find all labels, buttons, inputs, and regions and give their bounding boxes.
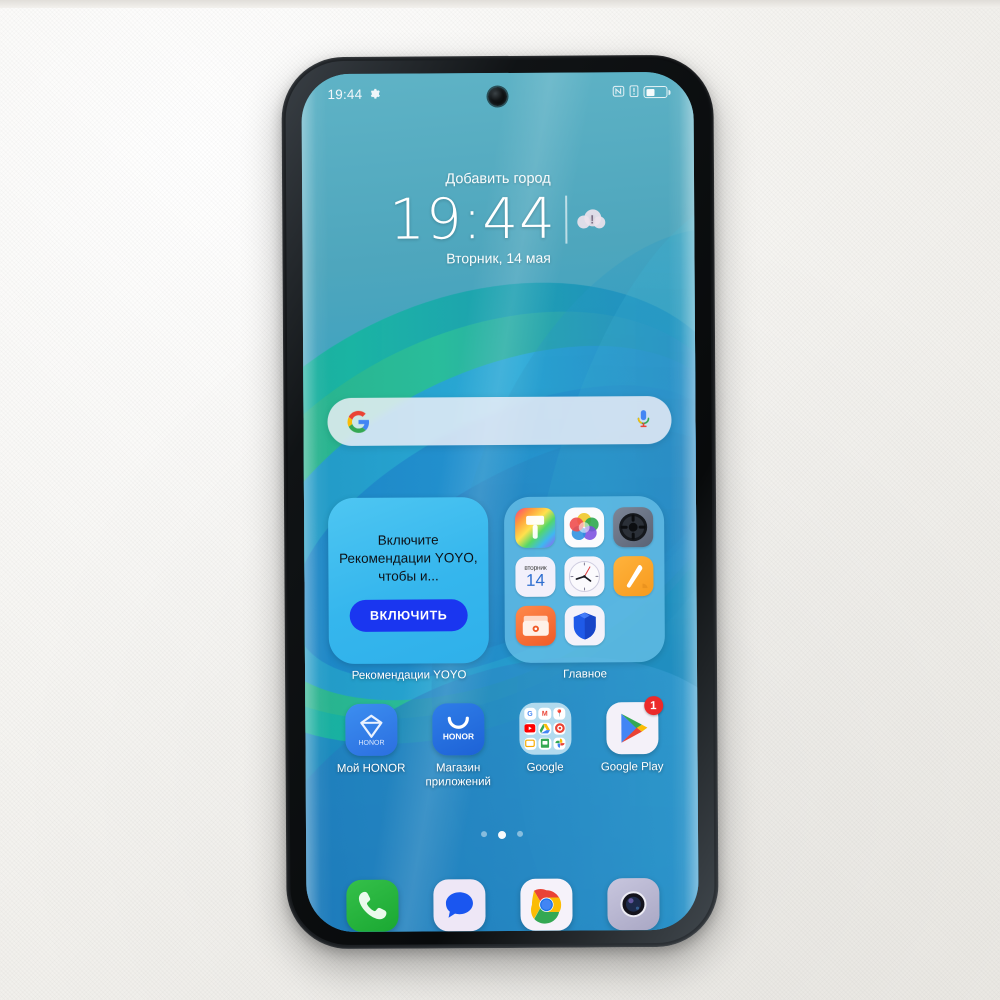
gmail-mini-icon: M [538, 707, 551, 721]
maps-mini-icon: 📍 [553, 707, 566, 721]
folder-glavnoe[interactable]: вторник 14 [503, 495, 665, 663]
app-market[interactable]: HONOR Магазин приложений [418, 703, 499, 790]
page-dot-active[interactable] [498, 830, 507, 840]
settings-icon[interactable] [613, 507, 654, 548]
clock-widget[interactable]: Добавить город 19:44 ! Вторник, 14 мая [302, 170, 695, 268]
camera-icon[interactable] [606, 878, 660, 931]
calendar-icon[interactable]: вторник 14 [515, 556, 556, 597]
app-label: Мой HONOR [336, 762, 406, 776]
wallet-icon[interactable] [515, 605, 556, 646]
notes-icon[interactable] [613, 556, 654, 597]
svg-text:HONOR: HONOR [358, 740, 384, 747]
ads-mini-icon [553, 722, 566, 735]
yoyo-enable-button[interactable]: ВКЛЮЧИТЬ [349, 598, 468, 632]
clock-divider [565, 195, 568, 244]
youtube-mini-icon [523, 722, 537, 736]
microphone-icon[interactable] [635, 409, 651, 431]
google-g-icon[interactable] [347, 410, 370, 433]
clock-date: Вторник, 14 мая [446, 249, 551, 267]
calendar-day: 14 [525, 570, 545, 590]
status-bar-time: 19:44 [327, 86, 363, 102]
alert-icon [629, 84, 639, 100]
themes-icon[interactable] [515, 507, 556, 548]
battery-icon [643, 85, 668, 99]
clock-time-row: 19:44 ! [302, 186, 694, 253]
front-camera-punch-hole [487, 86, 508, 107]
clock-time: 19:44 [389, 186, 556, 253]
app-google-play[interactable]: 1 Google Play [592, 696, 673, 789]
add-city-label[interactable]: Добавить город [302, 170, 694, 188]
google-folder-icon[interactable]: G M 📍 [518, 702, 572, 755]
phone-device: 19:44 Добавить город 19:44 ! Вторник, 14… [281, 54, 719, 950]
app-label: Google [526, 761, 564, 774]
my-honor-icon[interactable]: HONOR [344, 703, 398, 756]
phone-icon[interactable] [345, 879, 399, 932]
widgets-row: Включите Рекомендации YOYO, чтобы и... В… [327, 495, 673, 665]
app-label: Магазин приложений [425, 762, 491, 789]
page-dot[interactable] [517, 830, 524, 837]
cloud-alert-icon[interactable]: ! [577, 207, 607, 231]
chrome-icon[interactable] [519, 878, 573, 931]
status-badge: 1 [643, 696, 663, 716]
gear-icon[interactable] [368, 88, 380, 100]
app-row: HONOR Мой HONOR HONOR Магазин приложений [327, 696, 676, 791]
photos-mini-icon [553, 737, 566, 750]
page-dot[interactable] [481, 831, 488, 838]
messages-icon[interactable] [432, 879, 486, 932]
yoyo-recommendations-widget[interactable]: Включите Рекомендации YOYO, чтобы и... В… [327, 497, 489, 665]
photo-scene: 19:44 Добавить город 19:44 ! Вторник, 14… [0, 0, 1000, 1000]
svg-text:HONOR: HONOR [442, 731, 473, 741]
phone-screen[interactable]: 19:44 Добавить город 19:44 ! Вторник, 14… [301, 71, 699, 933]
nfc-icon [612, 85, 625, 100]
keep-mini-icon [523, 737, 537, 750]
clock-icon[interactable] [564, 556, 605, 597]
dock [328, 878, 676, 932]
slides-mini-icon [538, 737, 552, 750]
gallery-icon[interactable] [564, 507, 605, 548]
drive-mini-icon [538, 722, 552, 735]
yoyo-widget-caption: Рекомендации YOYO [351, 669, 467, 682]
app-google-folder[interactable]: G M 📍 Google [505, 702, 586, 789]
google-search-mini-icon: G [523, 707, 537, 721]
app-label: Google Play [600, 761, 664, 774]
yoyo-widget-text: Включите Рекомендации YOYO, чтобы и... [339, 532, 478, 584]
folder-caption: Главное [563, 668, 608, 681]
security-icon[interactable] [564, 605, 605, 646]
google-play-icon[interactable]: 1 [605, 696, 663, 755]
app-my-honor[interactable]: HONOR Мой HONOR [331, 703, 412, 791]
app-market-icon[interactable]: HONOR [431, 703, 485, 756]
google-search-bar[interactable] [327, 395, 672, 447]
